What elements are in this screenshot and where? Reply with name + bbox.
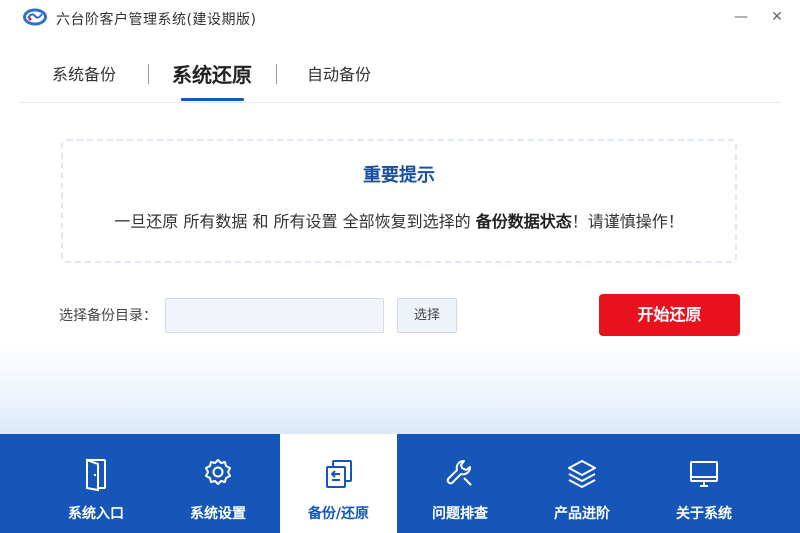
notice-title: 重要提示 [363,165,435,186]
tab-system-backup[interactable]: 系统备份 [52,58,116,92]
backup-dir-input[interactable] [165,298,384,333]
title-bar: 六台阶客户管理系统(建设期版) — ✕ [0,0,800,36]
nav-label: 备份/还原 [307,506,370,522]
monitor-icon [690,461,718,487]
important-notice-box: 重要提示 一旦还原 所有数据 和 所有设置 全部恢复到选择的 备份数据状态！请谨… [61,139,737,263]
notice-text-pre: 一旦还原 所有数据 和 所有设置 全部恢复到选择的 [114,212,476,231]
wrench-icon [446,460,472,486]
notice-text-bold: 备份数据状态 [475,212,572,231]
nav-item-system-entry[interactable]: 系统入口 [36,434,156,533]
nav-label: 关于系统 [676,506,732,522]
start-restore-button[interactable]: 开始还原 [599,294,740,336]
active-tab-indicator [181,98,244,101]
tab-divider [276,64,277,84]
choose-dir-button[interactable]: 选择 [397,298,457,333]
gear-icon [205,459,231,485]
notice-text: 一旦还原 所有数据 和 所有设置 全部恢复到选择的 备份数据状态！请谨慎操作！ [63,208,735,232]
bottom-nav: 系统入口 系统设置 备份/还原 问题排查 产品进阶 关于系统 [0,434,800,533]
app-title: 六台阶客户管理系统(建设期版) [56,12,257,28]
tab-system-restore[interactable]: 系统还原 [172,58,252,92]
app-logo-icon [23,8,47,26]
notice-text-post: ！请谨慎操作！ [571,212,684,231]
tab-auto-backup[interactable]: 自动备份 [307,58,371,92]
nav-item-troubleshoot[interactable]: 问题排查 [400,434,520,533]
nav-label: 系统入口 [68,506,124,522]
nav-item-backup-restore[interactable]: 备份/还原 [280,434,397,533]
layers-icon [568,460,596,488]
backup-dir-label: 选择备份目录： [59,308,157,324]
nav-label: 产品进阶 [554,506,610,522]
nav-label: 问题排查 [432,506,488,522]
backup-restore-icon [325,460,352,488]
minimize-button[interactable]: — [729,6,753,28]
background-gradient [0,340,800,434]
close-button[interactable]: ✕ [765,6,789,28]
nav-label: 系统设置 [190,506,246,522]
nav-item-system-settings[interactable]: 系统设置 [158,434,278,533]
tab-divider [148,64,149,84]
nav-item-product-advanced[interactable]: 产品进阶 [522,434,642,533]
nav-item-about-system[interactable]: 关于系统 [644,434,764,533]
door-icon [86,458,106,492]
tab-bar: 系统备份 系统还原 自动备份 [20,58,780,103]
